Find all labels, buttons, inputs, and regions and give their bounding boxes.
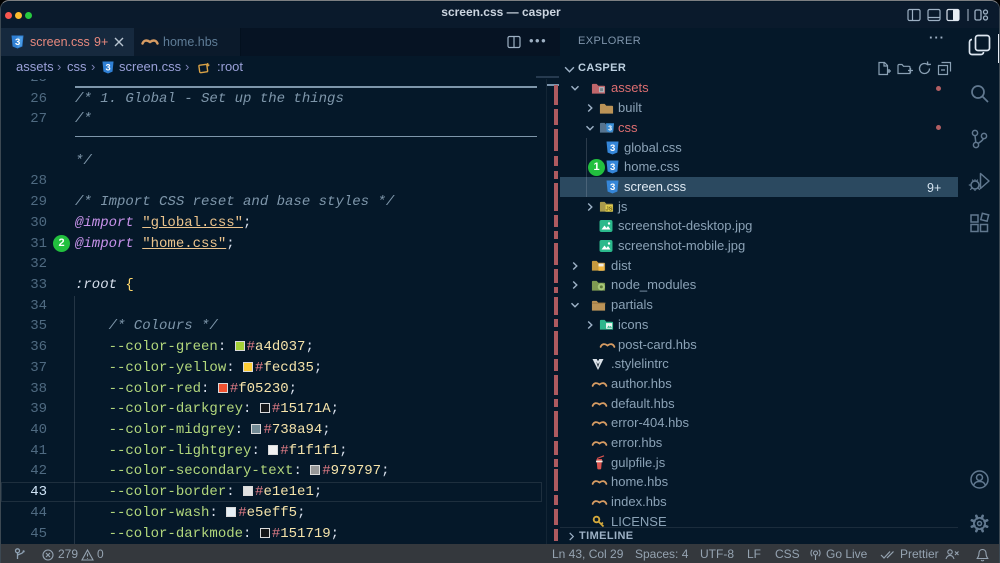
svg-text:3: 3 <box>610 143 615 154</box>
svg-text:3: 3 <box>106 63 111 73</box>
svg-text:3: 3 <box>610 162 615 173</box>
svg-text:JS: JS <box>606 207 613 213</box>
svg-text:3: 3 <box>608 126 612 133</box>
svg-text:3: 3 <box>610 182 615 193</box>
svg-text:3: 3 <box>15 37 20 48</box>
